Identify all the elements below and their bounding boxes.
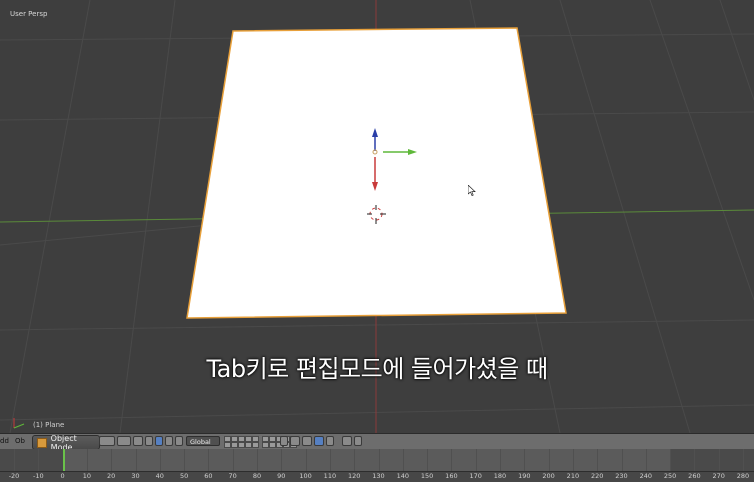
- timeline-tick-label: 10: [82, 472, 92, 480]
- proportional-edit-button[interactable]: [290, 436, 300, 446]
- timeline-tick-label: 0: [60, 472, 65, 480]
- timeline-gridline: [354, 449, 356, 471]
- timeline-tick-label: 170: [469, 472, 482, 480]
- timeline-tick-label: 200: [542, 472, 555, 480]
- timeline-gridline: [305, 449, 307, 471]
- timeline-gridline: [572, 449, 574, 471]
- timeline-gridline: [548, 449, 550, 471]
- rotate-manipulator-button[interactable]: [165, 436, 173, 446]
- timeline-tick-label: 160: [445, 472, 458, 480]
- timeline-tick-label: 230: [615, 472, 628, 480]
- translate-manipulator-button[interactable]: [155, 436, 163, 446]
- timeline-gridline: [645, 449, 647, 471]
- timeline-tick-label: 110: [323, 472, 337, 480]
- viewport-header: dd Ob Object Mode Global: [0, 433, 754, 452]
- timeline-tick-label: 140: [396, 472, 410, 480]
- timeline-tick-label: 50: [179, 472, 189, 480]
- 3d-viewport[interactable]: User Persp (1) Plane Tab키로 편집모드에 들어가셨을 때: [0, 0, 754, 433]
- timeline-tick-label: -20: [8, 472, 20, 480]
- timeline-gridline: [135, 449, 137, 471]
- snap-target-button[interactable]: [326, 436, 334, 446]
- timeline-gridline: [14, 449, 15, 471]
- timeline-tick-label: 250: [663, 472, 677, 480]
- timeline-gridline: [378, 449, 380, 471]
- timeline-gridline: [524, 449, 526, 471]
- timeline-gridline: [184, 449, 186, 471]
- timeline-tick-label: 180: [493, 472, 507, 480]
- plane-mesh: [186, 27, 567, 319]
- manipulator-toggle[interactable]: [145, 436, 153, 446]
- timeline-tick-label: 90: [277, 472, 286, 480]
- cube-icon: [37, 437, 47, 448]
- timeline-gridline: [208, 449, 210, 471]
- subtitle-caption: Tab키로 편집모드에 들어가셨을 때: [206, 355, 548, 383]
- timeline-gridline: [159, 449, 161, 471]
- timeline-tick-label: 190: [518, 472, 531, 480]
- lock-layer-button[interactable]: [280, 436, 288, 446]
- timeline-gridline: [281, 449, 283, 471]
- timeline-gridline: [670, 449, 672, 471]
- view-label: User Persp: [10, 10, 48, 18]
- timeline-gridline: [597, 449, 599, 471]
- object-mode-dropdown[interactable]: Object Mode: [32, 434, 100, 452]
- timeline-gridline: [718, 449, 720, 471]
- object-label: (1) Plane: [33, 421, 65, 429]
- timeline-tick-label: 70: [228, 472, 237, 480]
- pivot-dropdown[interactable]: [99, 436, 115, 446]
- render-button[interactable]: [342, 436, 352, 446]
- snap-toggle[interactable]: [302, 436, 312, 446]
- timeline-tick-label: 80: [252, 472, 262, 480]
- timeline-gridline: [500, 449, 501, 471]
- timeline-gridline: [475, 449, 477, 471]
- timeline-tick-label: 220: [590, 472, 604, 480]
- timeline-tick-label: 60: [204, 472, 213, 480]
- header-fragment[interactable]: dd: [0, 434, 9, 448]
- snap-element-button[interactable]: [314, 436, 324, 446]
- timeline[interactable]: -20 -10 0 10 20 30 40 50 60 70 80 90 100 110 120 130 140…: [0, 449, 754, 482]
- timeline-tick-label: 30: [131, 472, 140, 480]
- timeline-tick-label: 130: [372, 472, 385, 480]
- timeline-tick-label: 280: [736, 472, 750, 480]
- timeline-gridline: [111, 449, 113, 471]
- timeline-tick-label: 270: [712, 472, 725, 480]
- timeline-tick-label: 20: [107, 472, 116, 480]
- pivot-point-button[interactable]: [133, 436, 143, 446]
- timeline-tick-label: 120: [347, 472, 361, 480]
- shading-dropdown[interactable]: [117, 436, 131, 446]
- render-anim-button[interactable]: [354, 436, 362, 446]
- timeline-gridline: [38, 449, 40, 471]
- timeline-tick-label: 210: [566, 472, 580, 480]
- timeline-tick-label: 100: [299, 472, 312, 480]
- timeline-gridline: [257, 449, 258, 471]
- scale-manipulator-button[interactable]: [175, 436, 183, 446]
- timeline-gridline: [232, 449, 234, 471]
- timeline-tick-label: 260: [688, 472, 701, 480]
- timeline-tick-label: -10: [32, 472, 44, 480]
- timeline-gridline: [86, 449, 88, 471]
- header-fragment[interactable]: Ob: [15, 434, 25, 448]
- timeline-tick-label: 240: [639, 472, 653, 480]
- timeline-gridline: [621, 449, 623, 471]
- timeline-gridline: [329, 449, 331, 471]
- timeline-gridline: [694, 449, 696, 471]
- mouse-pointer-icon: [467, 181, 476, 200]
- timeline-tick-label: 150: [420, 472, 434, 480]
- timeline-gridline: [743, 449, 744, 471]
- timeline-gridline: [402, 449, 404, 471]
- timeline-tick-label: 40: [155, 472, 164, 480]
- transform-orientation-dropdown[interactable]: Global: [186, 436, 220, 446]
- timeline-gridline: [451, 449, 453, 471]
- timeline-gridline: [427, 449, 429, 471]
